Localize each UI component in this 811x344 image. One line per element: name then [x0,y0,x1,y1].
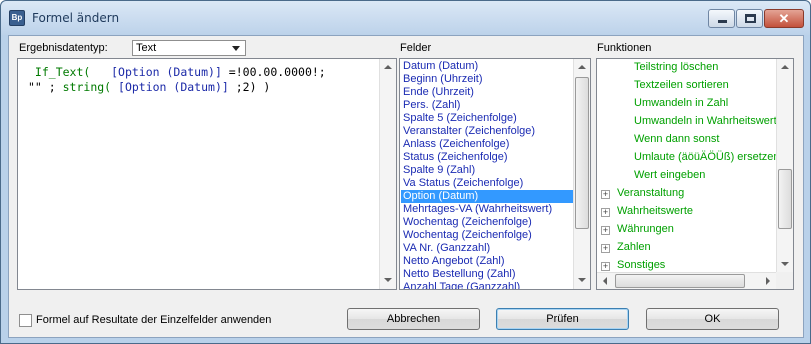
formula-token [90,65,111,79]
scroll-thumb[interactable] [778,169,792,229]
close-icon: ✕ [778,11,790,26]
scroll-thumb[interactable] [615,274,745,288]
function-group[interactable]: + Wahrheitswerte [601,205,693,219]
expand-icon[interactable]: + [601,190,610,199]
function-group-label: Währungen [617,223,674,235]
expand-icon[interactable]: + [601,262,610,271]
dialog-body: Ergebnisdatentyp: Text Felder Funktionen… [8,35,804,338]
result-type-value: Text [136,42,157,54]
functions-tree[interactable]: Teilstring löschen Textzeilen sortieren Um… [596,58,794,290]
maximize-button[interactable] [736,9,763,28]
formula-token: =!00.00.0000!; [221,65,326,79]
field-list-item[interactable]: Spalte 5 (Zeichenfolge) [401,112,573,125]
field-list-item[interactable]: Va Status (Zeichenfolge) [401,177,573,190]
field-list-item[interactable]: Mehrtages-VA (Wahrheitswert) [401,203,573,216]
app-icon: Bp [9,10,25,26]
scroll-up-icon[interactable] [777,59,793,76]
editor-scrollbar[interactable] [379,59,396,289]
field-list-item[interactable]: Pers. (Zahl) [401,99,573,112]
minimize-button[interactable] [708,9,735,28]
result-type-select[interactable]: Text [132,40,246,56]
field-list-item[interactable]: Beginn (Uhrzeit) [401,73,573,86]
scroll-down-icon[interactable] [574,272,590,289]
scroll-down-icon[interactable] [777,256,793,273]
ok-button[interactable]: OK [646,308,779,330]
fields-list[interactable]: Datum (Datum) Beginn (Uhrzeit) Ende (Uhrze… [399,58,591,290]
function-group[interactable]: + Währungen [601,223,674,237]
field-list-item[interactable]: Ende (Uhrzeit) [401,86,573,99]
expand-icon[interactable]: + [601,208,610,217]
formula-token: [Option (Datum)] [111,80,229,94]
field-list-item[interactable]: Datum (Datum) [401,60,573,73]
scroll-corner [776,272,793,289]
scroll-right-icon[interactable] [759,273,776,289]
field-list-item[interactable]: Netto Angebot (Zahl) [401,255,573,268]
expand-icon[interactable]: + [601,226,610,235]
close-button[interactable]: ✕ [764,9,804,28]
fields-scrollbar[interactable] [573,59,590,289]
function-group[interactable]: + Zahlen [601,241,651,255]
formula-token: string( [62,80,112,94]
title-bar[interactable]: Bp Formel ändern ✕ [1,1,810,35]
minimize-icon [718,20,727,23]
function-group-label: Veranstaltung [617,187,685,199]
field-list-item[interactable]: Option (Datum) [401,190,573,203]
field-list-item[interactable]: Anlass (Zeichenfolge) [401,138,573,151]
scroll-left-icon[interactable] [597,273,614,289]
check-button[interactable]: Prüfen [496,308,629,330]
field-list-item[interactable]: Wochentag (Zeichenfolge) [401,216,573,229]
field-list-item[interactable]: Wochentag (Zeichenfolge) [401,229,573,242]
field-list-item[interactable]: Veranstalter (Zeichenfolge) [401,125,573,138]
function-item[interactable]: Wert eingeben [634,169,705,181]
apply-to-fields-checkbox[interactable] [19,314,32,327]
result-type-label: Ergebnisdatentyp: [19,42,108,54]
formula-line[interactable]: "" ; string( [Option (Datum)] ;2) ) [28,80,378,95]
function-item[interactable]: Umwandeln in Zahl [634,97,728,109]
functions-label: Funktionen [597,42,652,54]
formula-token: If_Text( [28,65,91,79]
scroll-up-icon[interactable] [574,59,590,76]
function-group-label: Wahrheitswerte [617,205,694,217]
function-item[interactable]: Umwandeln in Wahrheitswert [634,115,777,127]
field-list-item[interactable]: Status (Zeichenfolge) [401,151,573,164]
function-item[interactable]: Umlaute (äöüÄÖÜß) ersetzen [634,151,780,163]
fields-label: Felder [400,42,432,54]
function-group[interactable]: + Veranstaltung [601,187,684,201]
window-title: Formel ändern [32,11,120,25]
function-item[interactable]: Textzeilen sortieren [634,79,729,91]
formula-token: "" ; [28,80,63,94]
formula-editor[interactable]: If_Text( [Option (Datum)] =!00.00.0000!;… [17,58,397,290]
field-list-item[interactable]: VA Nr. (Ganzzahl) [401,242,573,255]
scroll-down-icon[interactable] [380,272,396,289]
cancel-button[interactable]: Abbrechen [347,308,480,330]
expand-icon[interactable]: + [601,244,610,253]
function-group-label: Zahlen [617,241,651,253]
formula-token: [Option (Datum)] [111,65,222,79]
scroll-up-icon[interactable] [380,59,396,76]
apply-to-fields-label[interactable]: Formel auf Resultate der Einzelfelder an… [36,314,271,326]
dialog-window: Bp Formel ändern ✕ Ergebnisdatentyp: Tex… [0,0,811,344]
chevron-down-icon [232,46,240,51]
function-item[interactable]: Wenn dann sonst [634,133,719,145]
function-group-label: Sonstiges [617,259,666,271]
field-list-item[interactable]: Spalte 9 (Zahl) [401,164,573,177]
functions-hscrollbar[interactable] [597,272,776,289]
formula-line[interactable]: If_Text( [Option (Datum)] =!00.00.0000!; [28,65,378,80]
scroll-thumb[interactable] [575,77,589,229]
function-group[interactable]: + Sonstiges [601,259,665,273]
functions-scrollbar[interactable] [776,59,793,273]
maximize-icon [745,14,756,23]
formula-token: ;2) ) [228,80,271,94]
field-list-item[interactable]: Anzahl Tage (Ganzzahl) [401,281,573,289]
function-item[interactable]: Teilstring löschen [634,61,718,73]
field-list-item[interactable]: Netto Bestellung (Zahl) [401,268,573,281]
formula-text[interactable]: If_Text( [Option (Datum)] =!00.00.0000!;… [28,65,378,95]
